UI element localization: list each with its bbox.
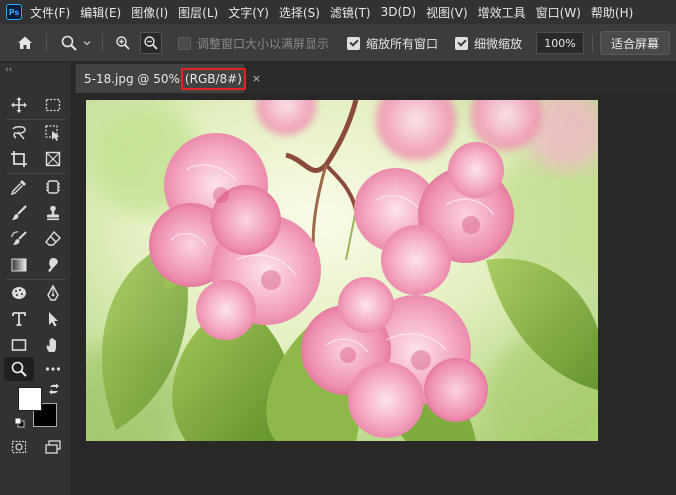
eraser-tool[interactable] bbox=[38, 227, 68, 251]
zoom-all-windows-label: 缩放所有窗口 bbox=[366, 36, 439, 51]
smudge-icon bbox=[48, 258, 58, 272]
move-icon bbox=[11, 97, 27, 113]
checkbox-checked bbox=[347, 36, 360, 50]
options-bar: 调整窗口大小以满屏显示 缩放所有窗口 细微缩放 100% 适合屏幕 bbox=[0, 24, 676, 62]
menu-edit[interactable]: 编辑(E) bbox=[80, 4, 121, 21]
checkbox-unchecked bbox=[178, 36, 191, 50]
gradient-tool[interactable] bbox=[4, 253, 34, 277]
document-image bbox=[86, 100, 598, 441]
move-tool[interactable] bbox=[4, 93, 34, 117]
zoom-percentage-field[interactable]: 100% bbox=[536, 32, 584, 54]
menu-layer[interactable]: 图层(L) bbox=[178, 4, 218, 21]
zoom-out-icon bbox=[144, 36, 158, 50]
frame-tool[interactable] bbox=[38, 147, 68, 171]
type-tool[interactable] bbox=[4, 307, 34, 331]
pen-icon bbox=[47, 284, 59, 301]
brush-tool[interactable] bbox=[4, 201, 34, 225]
sponge-tool[interactable] bbox=[4, 281, 34, 305]
cherry-blossom-photo bbox=[86, 100, 598, 441]
fit-screen-button[interactable]: 适合屏幕 bbox=[600, 31, 670, 55]
rectangular-marquee-icon bbox=[45, 98, 61, 112]
rectangle-tool[interactable] bbox=[4, 333, 34, 357]
history-brush-tool[interactable] bbox=[4, 227, 34, 251]
zoom-all-windows-checkbox[interactable]: 缩放所有窗口 bbox=[347, 24, 438, 62]
clone-stamp-tool[interactable] bbox=[38, 201, 68, 225]
menu-view[interactable]: 视图(V) bbox=[426, 4, 468, 21]
home-button[interactable] bbox=[16, 24, 34, 62]
crop-icon bbox=[11, 151, 27, 167]
default-colors-button[interactable] bbox=[14, 417, 25, 431]
menu-file[interactable]: 文件(F) bbox=[30, 4, 70, 21]
document-tab-bar: 5-18.jpg @ 50% (RGB/8#) × bbox=[73, 63, 676, 93]
frame-icon bbox=[45, 151, 61, 167]
photoshop-logo: Ps bbox=[6, 4, 22, 20]
menu-image[interactable]: 图像(I) bbox=[131, 4, 168, 21]
swap-arrow-icon bbox=[49, 383, 59, 395]
object-selection-icon bbox=[45, 125, 60, 141]
default-colors-icon bbox=[14, 417, 25, 428]
resize-windows-checkbox[interactable]: 调整窗口大小以满屏显示 bbox=[178, 24, 329, 62]
menu-plugins[interactable]: 增效工具 bbox=[478, 4, 526, 21]
patch-icon bbox=[46, 180, 60, 194]
chevron-down-icon bbox=[83, 41, 91, 46]
more-icon bbox=[45, 367, 61, 371]
path-selection-icon bbox=[49, 312, 58, 327]
menu-3d[interactable]: 3D(D) bbox=[381, 5, 416, 19]
pen-tool[interactable] bbox=[38, 281, 68, 305]
menu-filter[interactable]: 滤镜(T) bbox=[330, 4, 371, 21]
zoom-in-button[interactable] bbox=[112, 32, 134, 54]
rectangle-icon bbox=[11, 339, 27, 351]
screen-mode-button[interactable] bbox=[38, 435, 68, 459]
quick-mask-button[interactable] bbox=[4, 435, 34, 459]
clone-stamp-icon bbox=[47, 205, 59, 221]
patch-tool[interactable] bbox=[38, 175, 68, 199]
foreground-color-swatch[interactable] bbox=[18, 387, 42, 411]
resize-windows-label: 调整窗口大小以满屏显示 bbox=[197, 36, 330, 51]
menu-type[interactable]: 文字(Y) bbox=[228, 4, 269, 21]
quick-mask-icon bbox=[11, 440, 27, 454]
menu-help[interactable]: 帮助(H) bbox=[591, 4, 633, 21]
zoom-in-icon bbox=[116, 36, 130, 50]
eraser-icon bbox=[45, 230, 61, 246]
scrubby-zoom-checkbox[interactable]: 细微缩放 bbox=[455, 24, 522, 62]
checkbox-checked bbox=[455, 36, 468, 50]
crop-tool[interactable] bbox=[4, 147, 34, 171]
zoom-icon bbox=[11, 361, 27, 377]
brush-icon bbox=[12, 205, 27, 220]
home-icon bbox=[18, 36, 32, 49]
swap-colors-button[interactable] bbox=[48, 383, 60, 398]
menu-window[interactable]: 窗口(W) bbox=[536, 4, 581, 21]
close-tab-icon[interactable]: × bbox=[252, 72, 261, 85]
smudge-tool[interactable] bbox=[38, 253, 68, 277]
tools-panel: ‹‹ bbox=[0, 63, 72, 495]
menu-select[interactable]: 选择(S) bbox=[279, 4, 320, 21]
gradient-icon bbox=[11, 258, 27, 272]
color-mode-highlight: (RGB/8#) bbox=[180, 67, 246, 90]
object-selection-tool[interactable] bbox=[38, 121, 68, 145]
scrubby-zoom-label: 细微缩放 bbox=[474, 36, 523, 51]
hand-tool[interactable] bbox=[38, 333, 68, 357]
eyedropper-icon bbox=[10, 180, 26, 196]
document-tab[interactable]: 5-18.jpg @ 50% (RGB/8#) × bbox=[76, 64, 261, 93]
canvas-area[interactable] bbox=[73, 93, 676, 495]
lasso-icon bbox=[12, 126, 26, 140]
zoom-out-button[interactable] bbox=[140, 32, 162, 54]
menu-bar: Ps 文件(F) 编辑(E) 图像(I) 图层(L) 文字(Y) 选择(S) 滤… bbox=[0, 0, 676, 24]
collapse-panel-icon[interactable]: ‹‹ bbox=[5, 65, 12, 75]
path-selection-tool[interactable] bbox=[38, 307, 68, 331]
more-tools-button[interactable] bbox=[38, 357, 68, 381]
lasso-tool[interactable] bbox=[4, 121, 34, 145]
hand-icon bbox=[46, 338, 56, 352]
screen-mode-icon bbox=[45, 440, 61, 454]
type-icon bbox=[12, 312, 26, 326]
marquee-tool[interactable] bbox=[38, 93, 68, 117]
document-tab-name: 5-18.jpg @ 50% bbox=[84, 71, 180, 86]
zoom-tool[interactable] bbox=[4, 357, 34, 381]
zoom-tool-icon bbox=[61, 35, 77, 51]
eyedropper-tool[interactable] bbox=[4, 175, 34, 199]
history-brush-icon bbox=[11, 231, 27, 245]
sponge-icon bbox=[12, 287, 26, 299]
zoom-tool-preset-button[interactable] bbox=[60, 24, 92, 62]
